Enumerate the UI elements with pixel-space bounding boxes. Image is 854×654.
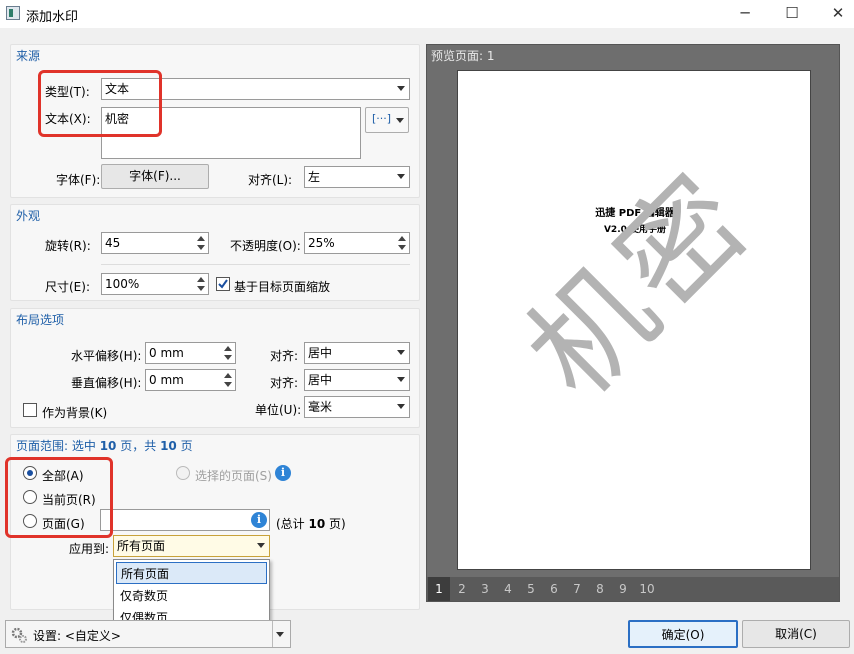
divider <box>101 264 410 265</box>
selected-count: 10 <box>99 439 117 453</box>
settings-label: 设置: <自定义> <box>33 629 121 643</box>
align-select-value: 左 <box>308 170 321 184</box>
background-checkbox-label: 作为背景(K) <box>42 406 108 420</box>
background-checkbox[interactable] <box>23 403 37 417</box>
layout-section-title: 布局选项 <box>16 313 65 327</box>
unit-select[interactable]: 毫米 <box>304 396 410 418</box>
page-range-mid: 页，共 <box>120 439 157 453</box>
h-align-label: 对齐: <box>270 349 299 363</box>
divider <box>272 621 273 647</box>
apply-to-value: 所有页面 <box>117 539 166 553</box>
highlight-box-range <box>5 457 113 538</box>
spinner-arrows-icon[interactable] <box>223 372 233 388</box>
total-pages-value: 10 <box>308 517 326 531</box>
chevron-down-icon <box>396 118 404 123</box>
font-button[interactable]: 字体(F)... <box>101 164 209 189</box>
dropdown-option[interactable]: 所有页面 <box>116 562 267 584</box>
rotation-spinbox[interactable]: 45 <box>101 232 209 254</box>
ok-button[interactable]: 确定(O) <box>628 620 738 648</box>
opacity-spinbox[interactable]: 25% <box>304 232 410 254</box>
h-offset-value: 0 mm <box>149 346 184 360</box>
preview-title: 预览页面: 1 <box>431 49 495 63</box>
total-suffix: 页) <box>329 517 346 531</box>
unit-value: 毫米 <box>308 400 333 414</box>
chevron-down-icon <box>397 377 405 382</box>
page-button-10[interactable]: 10 <box>635 577 659 601</box>
v-align-value: 居中 <box>308 373 333 387</box>
total-pages-text: (总计 10 页) <box>276 515 346 532</box>
insert-field-button[interactable]: [···] <box>365 107 409 133</box>
total-count: 10 <box>160 439 177 453</box>
chevron-down-icon <box>397 174 405 179</box>
watermark-preview: 机密 <box>501 147 778 424</box>
minimize-button[interactable]: ─ <box>722 0 768 28</box>
page-button-9[interactable]: 9 <box>612 577 634 601</box>
spinner-arrows-icon[interactable] <box>196 276 206 292</box>
gear-icon <box>11 627 27 643</box>
page-range-prefix: 页面范围: 选中 <box>16 439 96 453</box>
chevron-down-icon <box>397 404 405 409</box>
scale-checkbox-label: 基于目标页面缩放 <box>234 280 331 294</box>
h-align-value: 居中 <box>308 346 333 360</box>
page-range-header: 页面范围: 选中 10 页，共 10 页 <box>16 437 193 454</box>
page-button-3[interactable]: 3 <box>474 577 496 601</box>
window-title: 添加水印 <box>26 10 79 25</box>
scale-checkbox[interactable] <box>216 277 230 291</box>
size-spinbox[interactable]: 100% <box>101 273 209 295</box>
rotation-value: 45 <box>105 236 121 250</box>
h-align-select[interactable]: 居中 <box>304 342 410 364</box>
page-button-7[interactable]: 7 <box>566 577 588 601</box>
checkmark-icon <box>218 279 228 289</box>
page-button-8[interactable]: 8 <box>589 577 611 601</box>
close-button[interactable]: ✕ <box>815 0 854 28</box>
page-range-suffix: 页 <box>180 439 193 453</box>
total-prefix: (总计 <box>276 517 305 531</box>
opacity-label: 不透明度(O): <box>230 239 301 253</box>
apply-to-select[interactable]: 所有页面 <box>113 535 270 557</box>
chevron-down-icon <box>397 86 405 91</box>
apply-to-label: 应用到: <box>69 542 110 556</box>
maximize-button[interactable]: ☐ <box>769 0 815 28</box>
chevron-down-icon <box>257 543 265 548</box>
page-button-5[interactable]: 5 <box>520 577 542 601</box>
font-label: 字体(F): <box>56 173 101 187</box>
spinner-arrows-icon[interactable] <box>223 345 233 361</box>
preview-page: 迅捷 PDF 编辑器 V2.0 使用手册 机密 <box>457 70 811 570</box>
align-select[interactable]: 左 <box>304 166 410 188</box>
v-offset-label: 垂直偏移(H): <box>71 376 142 390</box>
rotation-label: 旋转(R): <box>45 239 91 253</box>
v-align-select[interactable]: 居中 <box>304 369 410 391</box>
v-offset-spinbox[interactable]: 0 mm <box>145 369 236 391</box>
size-value: 100% <box>105 277 140 291</box>
page-button-1[interactable]: 1 <box>428 577 450 601</box>
align-label: 对齐(L): <box>248 173 293 187</box>
spinner-arrows-icon[interactable] <box>397 235 407 251</box>
app-icon <box>6 6 20 20</box>
dropdown-option[interactable]: 仅奇数页 <box>116 585 267 607</box>
h-offset-label: 水平偏移(H): <box>71 349 142 363</box>
spinner-arrows-icon[interactable] <box>196 235 206 251</box>
opacity-value: 25% <box>308 236 335 250</box>
insert-field-label: [···] <box>372 112 392 125</box>
info-icon[interactable]: i <box>275 465 291 481</box>
chevron-down-icon <box>276 632 284 637</box>
info-icon[interactable]: i <box>251 512 267 528</box>
v-align-label: 对齐: <box>270 376 299 390</box>
highlight-box-source <box>38 70 162 137</box>
page-button-4[interactable]: 4 <box>497 577 519 601</box>
v-offset-value: 0 mm <box>149 373 184 387</box>
pages-input[interactable] <box>100 509 270 531</box>
h-offset-spinbox[interactable]: 0 mm <box>145 342 236 364</box>
chevron-down-icon <box>397 350 405 355</box>
page-button-6[interactable]: 6 <box>543 577 565 601</box>
radio-selected-pages[interactable] <box>176 466 190 480</box>
cancel-button[interactable]: 取消(C) <box>742 620 850 648</box>
source-section-title: 来源 <box>16 49 41 63</box>
unit-label: 单位(U): <box>255 403 302 417</box>
radio-selected-pages-label: 选择的页面(S) <box>195 469 272 483</box>
page-button-2[interactable]: 2 <box>451 577 473 601</box>
size-label: 尺寸(E): <box>45 280 90 294</box>
settings-dropdown[interactable]: 设置: <自定义> <box>5 620 291 648</box>
appearance-section-title: 外观 <box>16 209 41 223</box>
